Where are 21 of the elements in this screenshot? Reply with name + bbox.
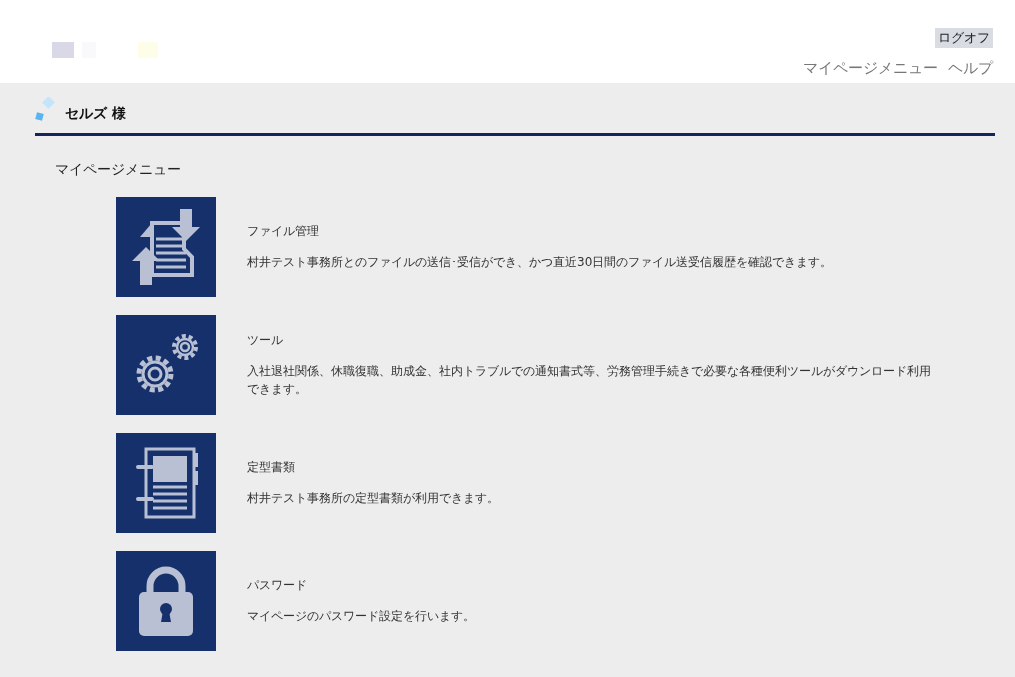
menu-tile[interactable] [116,551,216,651]
menu-tile[interactable] [116,433,216,533]
logoff-button[interactable]: ログオフ [935,28,993,48]
menu-tile[interactable] [116,197,216,297]
section-title: マイページメニュー [55,161,182,179]
file-transfer-icon [130,209,202,285]
menu-description: 村井テスト事務所とのファイルの送信･受信ができ、かつ直近30日間のファイル送受信履歴を確認できます。 [247,253,833,271]
menu-title[interactable]: ファイル管理 [247,222,833,240]
menu-title[interactable]: 定型書類 [247,458,499,476]
menu-description: マイページのパスワード設定を行います。 [247,607,475,625]
padlock-icon [139,566,193,636]
menu-description: 入社退社関係、休職復職、助成金、社内トラブルでの通知書式等、労務管理手続きで必要な各種便利ツールがダウンロード利用できます。 [247,363,932,398]
menu-tile[interactable] [116,315,216,415]
binder-icon [134,447,198,519]
header-link[interactable]: マイページメニュー [803,59,938,78]
user-name: セルズ 様 [65,105,126,123]
menu-title[interactable]: パスワード [247,576,475,594]
menu-description: 村井テスト事務所の定型書類が利用できます。 [247,489,499,507]
diamonds-icon [35,97,55,123]
menu-title[interactable]: ツール [247,332,937,350]
header-link[interactable]: ヘルプ [948,59,993,78]
